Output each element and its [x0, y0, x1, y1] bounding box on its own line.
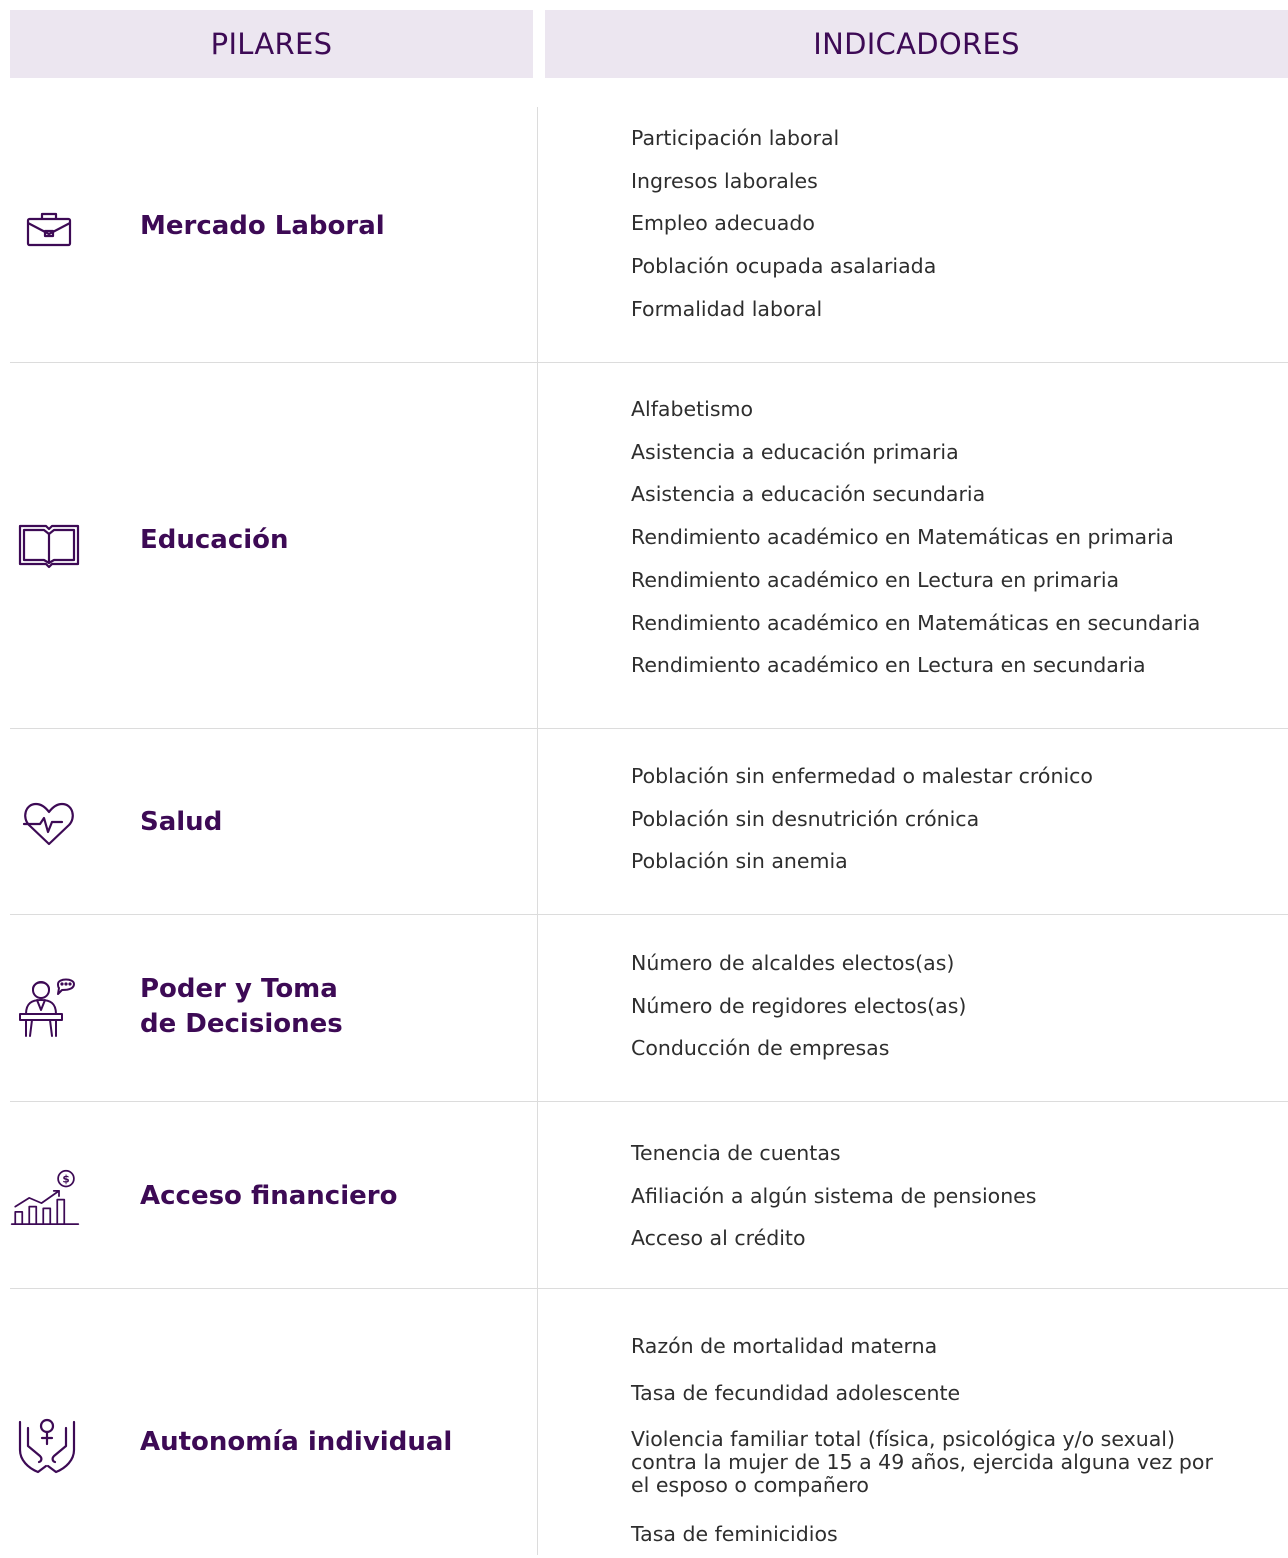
- indicator-item: Número de regidores electos(as): [631, 993, 967, 1018]
- heart-pulse-icon: [14, 788, 84, 858]
- indicator-item: Población sin enfermedad o malestar crón…: [631, 764, 1093, 788]
- book-icon: [14, 510, 84, 580]
- column-divider: [537, 107, 538, 1555]
- indicator-item: Rendimiento académico en Lectura en prim…: [631, 567, 1120, 592]
- indicator-item: Alfabetismo: [631, 397, 754, 421]
- indicator-list: Número de alcaldes electos(as) Número de…: [631, 942, 1281, 1070]
- pillar-title-line: Poder y Toma: [140, 974, 338, 1004]
- pillar-title-line: de Decisiones: [140, 1009, 343, 1039]
- indicator-item: Tasa de fecundidad adolescente: [631, 1381, 961, 1405]
- indicator-item: Participación laboral: [631, 126, 840, 150]
- indicator-item: Rendimiento académico en Lectura en secu…: [631, 653, 1146, 678]
- indicator-list: Población sin enfermedad o malestar crón…: [631, 755, 1281, 883]
- indicator-list: Alfabetismo Asistencia a educación prima…: [631, 388, 1281, 687]
- indicadores-header: INDICADORES: [545, 10, 1288, 78]
- speaker-podium-icon: [12, 970, 82, 1040]
- hands-female-symbol-icon: [12, 1410, 82, 1480]
- row-divider: [10, 914, 1288, 915]
- indicator-item: Rendimiento académico en Matemáticas en …: [631, 610, 1201, 635]
- pillar-title: Salud: [140, 807, 223, 837]
- indicator-item: Rendimiento académico en Matemáticas en …: [631, 525, 1174, 550]
- indicator-list: Participación laboral Ingresos laborales…: [631, 117, 1281, 331]
- pillar-title: Poder y Toma de Decisiones: [140, 972, 343, 1042]
- indicator-item: Tenencia de cuentas: [631, 1141, 841, 1165]
- pillar-title: Autonomía individual: [140, 1427, 453, 1457]
- row-divider: [10, 1288, 1288, 1289]
- indicator-list: Razón de mortalidad materna Tasa de fecu…: [631, 1323, 1281, 1558]
- indicator-list: Tenencia de cuentas Afiliación a algún s…: [631, 1132, 1281, 1260]
- indicator-item: Ingresos laborales: [631, 168, 818, 193]
- row-divider: [10, 362, 1288, 363]
- indicator-item: Población sin anemia: [631, 849, 848, 874]
- pilares-header: PILARES: [10, 10, 533, 78]
- indicator-item: Conducción de empresas: [631, 1036, 890, 1061]
- indicator-item: Asistencia a educación primaria: [631, 439, 959, 464]
- row-divider: [10, 728, 1288, 729]
- indicator-item: Población ocupada asalariada: [631, 254, 937, 279]
- indicator-item: Afiliación a algún sistema de pensiones: [631, 1183, 1037, 1208]
- pillar-title: Mercado Laboral: [140, 211, 385, 241]
- pillar-title: Acceso financiero: [140, 1181, 398, 1211]
- indicator-item: Violencia familiar total (física, psicol…: [631, 1427, 1213, 1497]
- svg-text:$: $: [62, 1174, 69, 1186]
- indicator-item: Asistencia a educación secundaria: [631, 482, 986, 507]
- indicator-item: Tasa de feminicidios: [631, 1522, 838, 1546]
- pillar-title: Educación: [140, 525, 289, 555]
- indicator-item: Población sin desnutrición crónica: [631, 806, 980, 831]
- indicator-item: Número de alcaldes electos(as): [631, 951, 955, 975]
- indicator-item: Razón de mortalidad materna: [631, 1334, 938, 1358]
- indicator-item: Empleo adecuado: [631, 211, 815, 236]
- briefcase-icon: [14, 195, 84, 265]
- financial-growth-icon: $: [10, 1162, 80, 1232]
- indicator-item: Formalidad laboral: [631, 296, 823, 321]
- indicator-item: Acceso al crédito: [631, 1226, 806, 1251]
- row-divider: [10, 1101, 1288, 1102]
